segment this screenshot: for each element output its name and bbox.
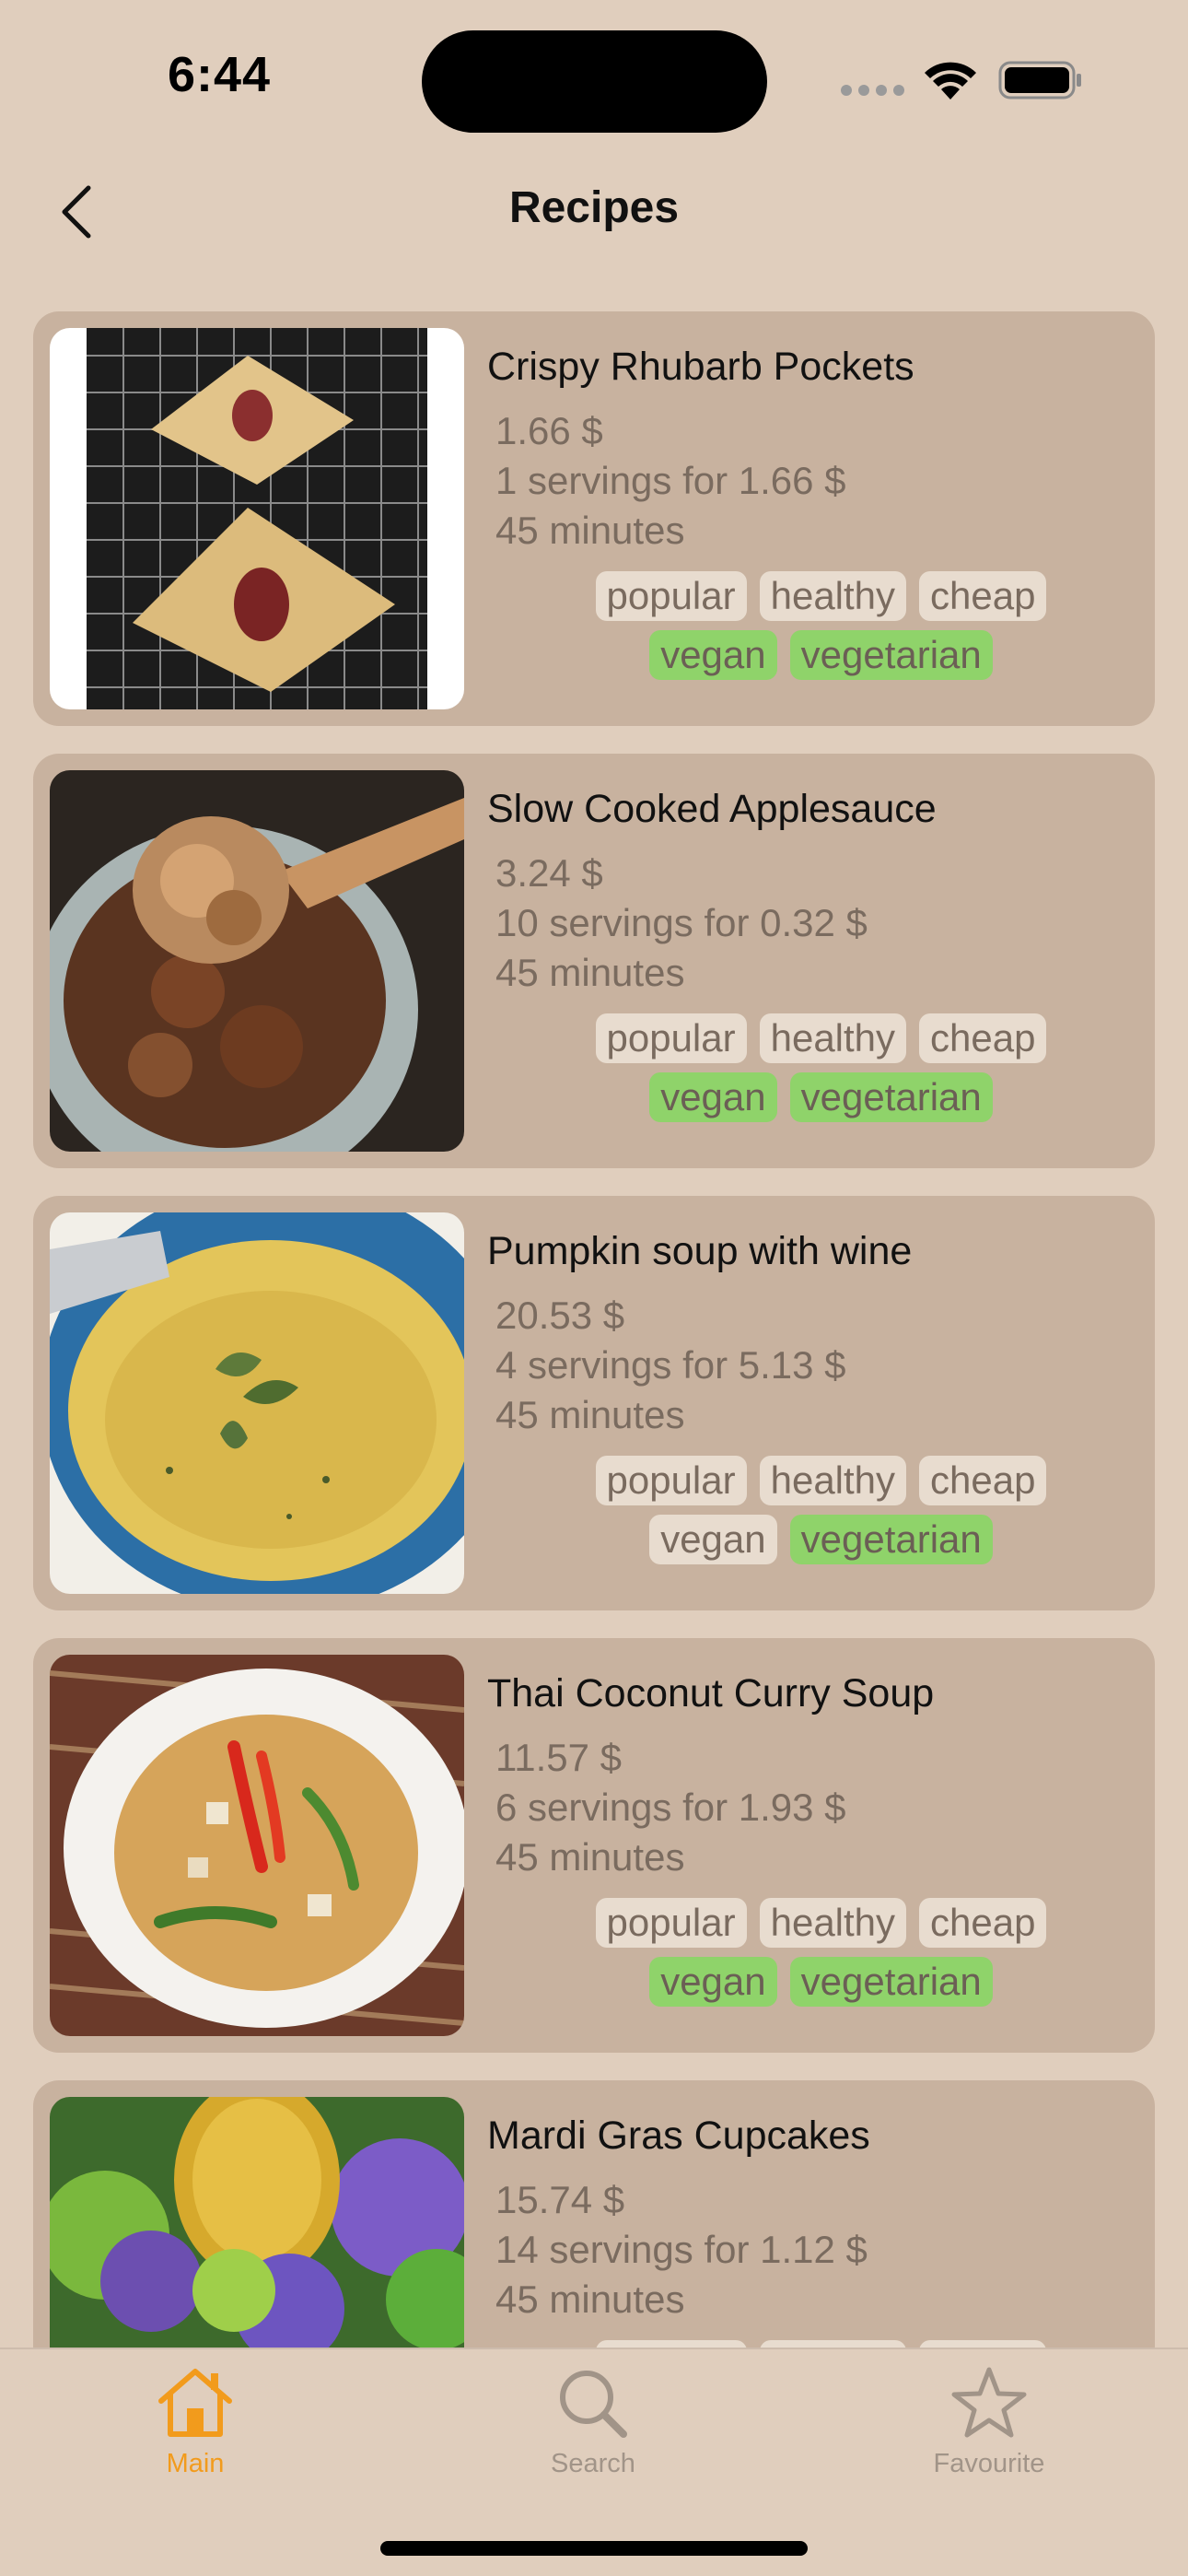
tag-popular: popular <box>595 2340 747 2348</box>
dynamic-island <box>422 30 767 133</box>
recipe-servings: 1 servings for 1.66 $ <box>495 459 846 502</box>
recipe-servings: 6 servings for 1.93 $ <box>495 1786 846 1829</box>
tag-cheap: cheap <box>919 1898 1047 1948</box>
recipe-time: 45 minutes <box>495 951 685 994</box>
rhubarb-pastry-photo <box>50 328 464 709</box>
tag-healthy: healthy <box>759 1456 907 1505</box>
recipe-price: 3.24 $ <box>495 851 603 895</box>
tag-row: vegan vegetarian <box>487 630 1155 680</box>
tag-cheap: cheap <box>919 1456 1047 1505</box>
recipe-price: 11.57 $ <box>495 1736 623 1779</box>
recipe-time: 45 minutes <box>495 1393 685 1436</box>
recipes-screen: 6:44 Recipes Crispy Rhubarb Pockets 1.66… <box>0 0 1188 2576</box>
tag-row: popular healthy cheap <box>487 2340 1155 2348</box>
wifi-icon <box>925 62 976 100</box>
cupcakes-photo <box>50 2097 464 2348</box>
recipe-servings: 10 servings for 0.32 $ <box>495 901 868 944</box>
tab-label: Search <box>551 2449 635 2478</box>
tag-row: vegan vegetarian <box>487 1515 1155 1564</box>
tag-healthy: healthy <box>759 2340 907 2348</box>
page-title: Recipes <box>508 183 680 232</box>
star-icon <box>951 2367 1027 2438</box>
status-time: 6:44 <box>168 47 272 102</box>
recipe-title: Pumpkin soup with wine <box>487 1229 913 1273</box>
recipe-time: 45 minutes <box>495 1835 685 1879</box>
tag-cheap: cheap <box>919 1013 1047 1063</box>
recipe-card[interactable]: Crispy Rhubarb Pockets 1.66 $ 1 servings… <box>33 311 1155 726</box>
tag-popular: popular <box>595 1898 747 1948</box>
tag-row: popular healthy cheap <box>487 1013 1155 1063</box>
tag-healthy: healthy <box>759 1898 907 1948</box>
tag-vegetarian: vegetarian <box>789 1072 993 1122</box>
status-bar: 6:44 <box>0 0 1188 157</box>
recipe-servings: 14 servings for 1.12 $ <box>495 2228 868 2271</box>
house-icon <box>158 2369 232 2437</box>
tag-vegetarian: vegetarian <box>789 1515 993 1564</box>
recipe-time: 45 minutes <box>495 509 685 552</box>
recipe-servings: 4 servings for 5.13 $ <box>495 1343 846 1387</box>
tag-healthy: healthy <box>759 571 907 621</box>
recipe-title: Slow Cooked Applesauce <box>487 787 937 831</box>
tag-row: popular healthy cheap <box>487 1898 1155 1948</box>
tab-main[interactable]: Main <box>103 2364 287 2502</box>
recipe-title: Thai Coconut Curry Soup <box>487 1671 935 1715</box>
recipe-card[interactable]: Mardi Gras Cupcakes 15.74 $ 14 servings … <box>33 2080 1155 2348</box>
curry-soup-photo <box>50 1655 464 2036</box>
tab-favourite[interactable]: Favourite <box>897 2364 1081 2502</box>
recipe-image <box>50 1655 464 2036</box>
recipe-card[interactable]: Slow Cooked Applesauce 3.24 $ 10 serving… <box>33 754 1155 1168</box>
tag-vegan: vegan <box>649 1515 777 1564</box>
pumpkin-soup-photo <box>50 1212 464 1594</box>
tag-vegetarian: vegetarian <box>789 630 993 680</box>
recipe-price: 15.74 $ <box>495 2178 625 2221</box>
recipe-title: Mardi Gras Cupcakes <box>487 2113 870 2158</box>
tag-vegan: vegan <box>649 1957 777 2007</box>
tab-search[interactable]: Search <box>501 2364 685 2502</box>
tag-vegan: vegan <box>649 1072 777 1122</box>
tag-cheap: cheap <box>919 571 1047 621</box>
navigation-bar: Recipes <box>0 157 1188 267</box>
home-indicator[interactable] <box>380 2541 808 2556</box>
recipe-price: 20.53 $ <box>495 1294 625 1337</box>
recipe-image <box>50 770 464 1152</box>
tag-row: vegan vegetarian <box>487 1957 1155 2007</box>
recipe-card[interactable]: Thai Coconut Curry Soup 11.57 $ 6 servin… <box>33 1638 1155 2053</box>
recipe-list[interactable]: Crispy Rhubarb Pockets 1.66 $ 1 servings… <box>0 311 1188 2348</box>
tab-label: Main <box>166 2449 225 2478</box>
magnifier-icon <box>560 2371 627 2438</box>
recipe-image <box>50 2097 464 2348</box>
tag-vegan: vegan <box>649 630 777 680</box>
recipe-time: 45 minutes <box>495 2277 685 2321</box>
recipe-image <box>50 1212 464 1594</box>
recipe-price: 1.66 $ <box>495 409 603 452</box>
tag-popular: popular <box>595 1456 747 1505</box>
tag-popular: popular <box>595 571 747 621</box>
tag-cheap: cheap <box>919 2340 1047 2348</box>
recipe-card[interactable]: Pumpkin soup with wine 20.53 $ 4 serving… <box>33 1196 1155 1610</box>
recipe-title: Crispy Rhubarb Pockets <box>487 345 914 389</box>
signal-icon <box>841 85 905 98</box>
tag-healthy: healthy <box>759 1013 907 1063</box>
tag-row: vegan vegetarian <box>487 1072 1155 1122</box>
tab-label: Favourite <box>933 2449 1045 2478</box>
battery-icon <box>998 61 1081 100</box>
recipe-image <box>50 328 464 709</box>
tag-row: popular healthy cheap <box>487 571 1155 621</box>
tag-row: popular healthy cheap <box>487 1456 1155 1505</box>
tag-vegetarian: vegetarian <box>789 1957 993 2007</box>
applesauce-bowl-photo <box>50 770 464 1152</box>
tag-popular: popular <box>595 1013 747 1063</box>
